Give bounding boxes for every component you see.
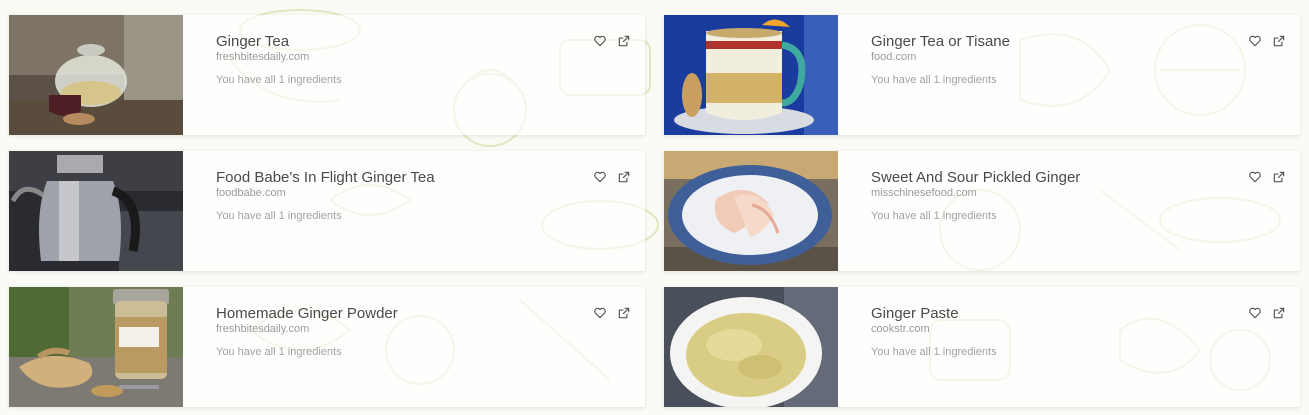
external-link-icon[interactable] [1272, 306, 1286, 320]
card-actions [593, 34, 631, 48]
heart-icon[interactable] [1248, 306, 1262, 320]
recipe-card[interactable]: Ginger Tea or Tisane food.com You have a… [664, 15, 1300, 135]
ingredients-status: You have all 1 ingredients [871, 74, 997, 86]
recipe-card[interactable]: Sweet And Sour Pickled Ginger misschines… [664, 151, 1300, 271]
recipe-photo[interactable] [664, 287, 838, 407]
ingredients-status: You have all 1 ingredients [216, 346, 342, 358]
recipe-info: Food Babe's In Flight Ginger Tea foodbab… [216, 169, 576, 223]
recipe-card[interactable]: Food Babe's In Flight Ginger Tea foodbab… [9, 151, 645, 271]
recipe-photo[interactable] [9, 15, 183, 135]
recipe-card[interactable]: Ginger Tea freshbitesdaily.com You have … [9, 15, 645, 135]
card-actions [1248, 306, 1286, 320]
recipe-source: freshbitesdaily.com [216, 323, 310, 335]
ingredients-status: You have all 1 ingredients [871, 210, 997, 222]
recipe-card[interactable]: Homemade Ginger Powder freshbitesdaily.c… [9, 287, 645, 407]
recipe-title[interactable]: Sweet And Sour Pickled Ginger [871, 169, 1231, 187]
recipe-title[interactable]: Ginger Tea [216, 33, 576, 51]
ingredients-status: You have all 1 ingredients [871, 346, 997, 358]
heart-icon[interactable] [593, 34, 607, 48]
recipe-title[interactable]: Ginger Tea or Tisane [871, 33, 1231, 51]
card-actions [593, 306, 631, 320]
card-actions [1248, 34, 1286, 48]
external-link-icon[interactable] [1272, 170, 1286, 184]
heart-icon[interactable] [1248, 170, 1262, 184]
ingredients-status: You have all 1 ingredients [216, 74, 342, 86]
recipe-title[interactable]: Homemade Ginger Powder [216, 305, 576, 323]
recipe-info: Ginger Tea or Tisane food.com You have a… [871, 33, 1231, 87]
recipe-photo[interactable] [9, 287, 183, 407]
recipe-info: Homemade Ginger Powder freshbitesdaily.c… [216, 305, 576, 359]
external-link-icon[interactable] [617, 34, 631, 48]
card-actions [1248, 170, 1286, 184]
ingredients-status: You have all 1 ingredients [216, 210, 342, 222]
recipe-title[interactable]: Food Babe's In Flight Ginger Tea [216, 169, 576, 187]
recipe-photo[interactable] [9, 151, 183, 271]
recipe-source: foodbabe.com [216, 187, 286, 199]
recipe-source: misschinesefood.com [871, 187, 977, 199]
external-link-icon[interactable] [1272, 34, 1286, 48]
recipe-grid: Ginger Tea freshbitesdaily.com You have … [0, 0, 1309, 415]
recipe-info: Sweet And Sour Pickled Ginger misschines… [871, 169, 1231, 223]
recipe-source: freshbitesdaily.com [216, 51, 310, 63]
card-actions [593, 170, 631, 184]
recipe-source: cookstr.com [871, 323, 930, 335]
recipe-info: Ginger Tea freshbitesdaily.com You have … [216, 33, 576, 87]
recipe-title[interactable]: Ginger Paste [871, 305, 1231, 323]
heart-icon[interactable] [593, 170, 607, 184]
recipe-info: Ginger Paste cookstr.com You have all 1 … [871, 305, 1231, 359]
external-link-icon[interactable] [617, 306, 631, 320]
heart-icon[interactable] [593, 306, 607, 320]
recipe-photo[interactable] [664, 151, 838, 271]
heart-icon[interactable] [1248, 34, 1262, 48]
recipe-source: food.com [871, 51, 917, 63]
external-link-icon[interactable] [617, 170, 631, 184]
recipe-photo[interactable] [664, 15, 838, 135]
recipe-card[interactable]: Ginger Paste cookstr.com You have all 1 … [664, 287, 1300, 407]
